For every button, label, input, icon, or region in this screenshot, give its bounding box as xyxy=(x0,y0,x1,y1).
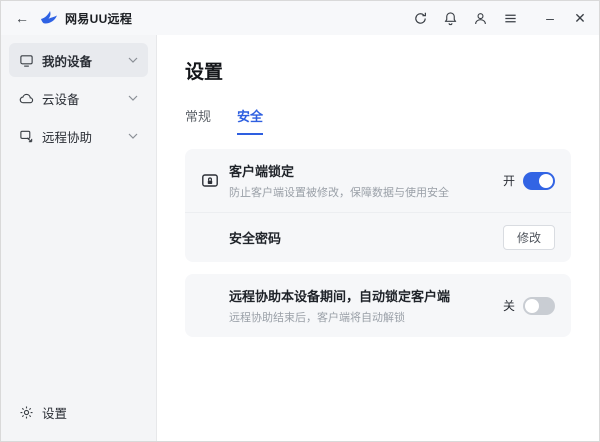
gear-icon xyxy=(19,405,34,420)
sidebar-item-settings[interactable]: 设置 xyxy=(9,395,148,429)
chevron-down-icon xyxy=(128,133,138,139)
sidebar-item-remote-assist[interactable]: 远程协助 xyxy=(9,119,148,153)
auto-lock-card: 远程协助本设备期间，自动锁定客户端 远程协助结束后，客户端将自动解锁 关 xyxy=(185,274,571,337)
client-lock-title: 客户端锁定 xyxy=(229,164,295,179)
auto-lock-title: 远程协助本设备期间，自动锁定客户端 xyxy=(229,289,451,304)
tab-security[interactable]: 安全 xyxy=(237,106,264,135)
user-icon xyxy=(474,12,486,24)
security-password-title: 安全密码 xyxy=(229,231,282,246)
app-window: ← 网易UU远程 – ✕ 我的设备 云设备 远程协助 设置 设置 常规 安全 客… xyxy=(0,0,600,442)
sidebar-item-my-devices[interactable]: 我的设备 xyxy=(9,43,148,77)
cloud-icon xyxy=(19,91,34,106)
settings-page: 设置 常规 安全 客户端锁定 防止客户端设置被修改，保障数据与使用安全 开 安全… xyxy=(157,35,599,441)
app-logo-icon xyxy=(39,8,59,28)
page-title: 设置 xyxy=(185,62,224,83)
close-button[interactable]: ✕ xyxy=(567,5,593,31)
toggle-knob xyxy=(539,173,553,188)
client-lock-state-label: 开 xyxy=(502,174,515,188)
remote-assist-icon xyxy=(19,129,34,144)
monitor-icon xyxy=(19,53,34,68)
minimize-icon: – xyxy=(546,10,554,26)
sidebar-item-cloud-devices[interactable]: 云设备 xyxy=(9,81,148,115)
modify-password-button[interactable]: 修改 xyxy=(502,225,555,250)
minimize-button[interactable]: – xyxy=(537,5,563,31)
sidebar-item-label: 我的设备 xyxy=(42,54,93,69)
device-lock-icon xyxy=(201,172,219,190)
sidebar-item-label: 远程协助 xyxy=(42,130,93,145)
notifications-button[interactable] xyxy=(437,5,463,31)
back-icon: ← xyxy=(15,10,29,26)
toggle-knob xyxy=(525,298,539,313)
chevron-down-icon xyxy=(128,57,138,63)
menu-button[interactable] xyxy=(497,5,523,31)
auto-lock-description: 远程协助结束后，客户端将自动解锁 xyxy=(229,312,405,324)
security-settings-card: 客户端锁定 防止客户端设置被修改，保障数据与使用安全 开 安全密码 修改 xyxy=(185,149,571,262)
auto-lock-toggle[interactable] xyxy=(523,296,555,315)
app-title: 网易UU远程 xyxy=(65,11,133,26)
tab-general[interactable]: 常规 xyxy=(185,106,211,135)
settings-tabs: 常规 安全 xyxy=(185,106,571,135)
bell-icon xyxy=(444,11,456,25)
auto-lock-state-label: 关 xyxy=(502,299,515,313)
titlebar: ← 网易UU远程 – ✕ xyxy=(1,1,599,35)
refresh-icon xyxy=(414,12,426,24)
security-password-row: 安全密码 修改 xyxy=(185,212,571,262)
client-lock-description: 防止客户端设置被修改，保障数据与使用安全 xyxy=(229,187,449,199)
hamburger-icon xyxy=(504,14,516,22)
client-lock-toggle[interactable] xyxy=(523,171,555,190)
sidebar-item-label: 云设备 xyxy=(42,92,80,107)
auto-lock-row: 远程协助本设备期间，自动锁定客户端 远程协助结束后，客户端将自动解锁 关 xyxy=(185,274,571,337)
sidebar: 我的设备 云设备 远程协助 设置 xyxy=(1,35,157,441)
refresh-button[interactable] xyxy=(407,5,433,31)
client-lock-row: 客户端锁定 防止客户端设置被修改，保障数据与使用安全 开 xyxy=(185,149,571,212)
close-icon: ✕ xyxy=(574,9,586,26)
chevron-down-icon xyxy=(128,95,138,101)
sidebar-settings-label: 设置 xyxy=(42,406,68,421)
account-button[interactable] xyxy=(467,5,493,31)
back-button[interactable]: ← xyxy=(9,5,35,31)
